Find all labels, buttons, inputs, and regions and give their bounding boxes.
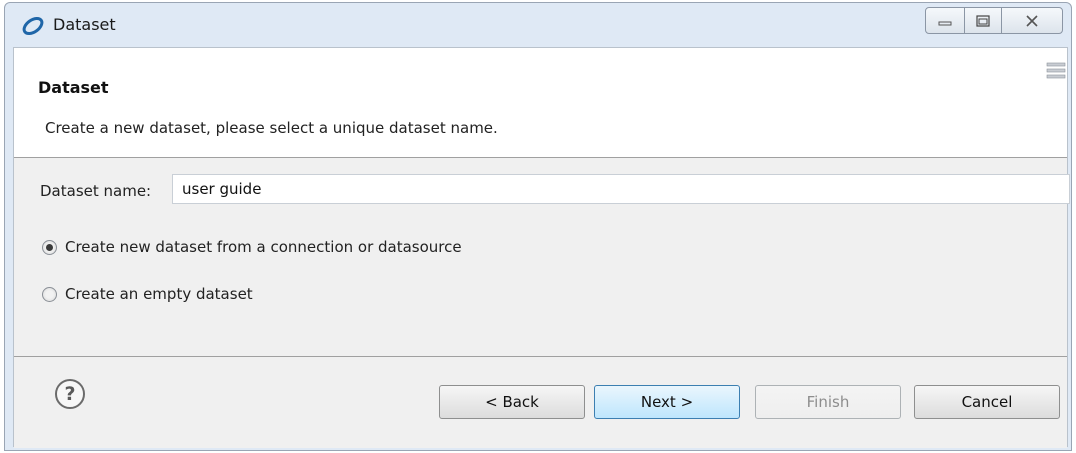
- option-empty-dataset[interactable]: Create an empty dataset: [42, 285, 253, 303]
- option-from-connection[interactable]: Create new dataset from a connection or …: [42, 238, 462, 256]
- close-button[interactable]: [1001, 7, 1063, 34]
- radio-button-unselected[interactable]: [42, 286, 57, 302]
- title-bar[interactable]: Dataset: [5, 3, 1071, 47]
- next-button[interactable]: Next >: [594, 385, 740, 419]
- page-title: Dataset: [38, 78, 109, 97]
- maximize-icon: [976, 14, 990, 27]
- dialog-content: Dataset Create a new dataset, please sel…: [13, 47, 1070, 448]
- radio-dot: [46, 243, 53, 251]
- wizard-body: Dataset name: Create new dataset from a …: [14, 158, 1070, 356]
- cancel-button[interactable]: Cancel: [914, 385, 1060, 419]
- option-empty-dataset-label[interactable]: Create an empty dataset: [65, 285, 253, 303]
- close-icon: [1026, 14, 1038, 27]
- minimize-icon: [938, 21, 952, 25]
- window-controls: [925, 7, 1063, 34]
- dataset-dialog-window: Dataset Dataset Create a new dataset, pl…: [4, 2, 1072, 451]
- wizard-footer: ? < Back Next > Finish Cancel: [14, 356, 1067, 448]
- app-logo-icon: [22, 16, 44, 36]
- dataset-name-input[interactable]: [172, 174, 1070, 204]
- radio-button-selected[interactable]: [42, 239, 57, 255]
- page-description: Create a new dataset, please select a un…: [45, 119, 498, 137]
- wizard-header: Dataset Create a new dataset, please sel…: [14, 48, 1067, 158]
- finish-button: Finish: [755, 385, 901, 419]
- minimize-button[interactable]: [925, 7, 965, 34]
- maximize-button[interactable]: [964, 7, 1002, 34]
- dataset-name-label: Dataset name:: [40, 182, 152, 200]
- menu-lines-icon[interactable]: [1045, 60, 1067, 82]
- back-button[interactable]: < Back: [439, 385, 585, 419]
- help-icon[interactable]: ?: [55, 379, 85, 409]
- window-title: Dataset: [53, 15, 116, 34]
- option-from-connection-label[interactable]: Create new dataset from a connection or …: [65, 238, 462, 256]
